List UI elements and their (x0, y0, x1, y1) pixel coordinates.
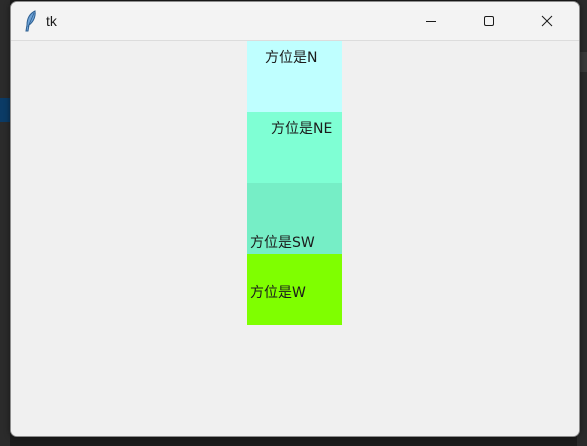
tk-window: tk 方位是N 方位是NE 方位是SW 方位是W (10, 1, 580, 437)
label-anchor-n: 方位是N (247, 41, 342, 112)
label-anchor-sw-text: 方位是SW (250, 235, 315, 251)
window-client-area: 方位是N 方位是NE 方位是SW 方位是W (11, 41, 579, 436)
label-anchor-w-text: 方位是W (250, 285, 306, 301)
background-window-edge-left (0, 0, 10, 446)
label-anchor-ne-text: 方位是NE (271, 121, 333, 137)
maximize-icon (484, 16, 494, 26)
background-window-highlight (0, 98, 10, 122)
maximize-button[interactable] (465, 2, 513, 40)
label-anchor-n-text: 方位是N (265, 50, 318, 66)
minimize-button[interactable] (407, 2, 455, 40)
minimize-icon (426, 21, 436, 22)
label-anchor-w: 方位是W (247, 254, 342, 325)
title-bar[interactable]: tk (11, 2, 579, 41)
label-anchor-sw: 方位是SW (247, 183, 342, 254)
close-icon (541, 15, 553, 27)
close-button[interactable] (523, 2, 571, 40)
label-anchor-ne: 方位是NE (247, 112, 342, 183)
feather-icon (25, 10, 36, 32)
window-title: tk (46, 13, 57, 29)
